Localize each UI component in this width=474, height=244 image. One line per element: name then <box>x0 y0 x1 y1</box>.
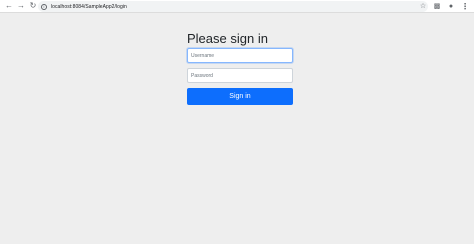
info-icon[interactable]: i <box>41 3 47 10</box>
password-input[interactable] <box>187 68 293 83</box>
username-input[interactable] <box>187 48 293 63</box>
back-arrow-icon[interactable]: ← <box>3 0 15 13</box>
kebab-menu-icon[interactable]: ⋮ <box>460 2 470 11</box>
star-icon[interactable]: ☆ <box>418 3 428 10</box>
forward-arrow-icon[interactable]: → <box>15 0 27 13</box>
url-text: localhost:8084/SampleApp2/login <box>51 3 127 10</box>
sign-in-button[interactable]: Sign in <box>187 88 293 105</box>
browser-actions: ☆ ▩ ● ⋮ <box>418 0 470 13</box>
address-bar[interactable]: i localhost:8084/SampleApp2/login <box>38 1 428 12</box>
page-title: Please sign in <box>187 31 268 46</box>
browser-toolbar: ← → ↻ i localhost:8084/SampleApp2/login … <box>0 0 474 13</box>
signin-form: Please sign in Sign in <box>187 32 293 105</box>
puzzle-icon[interactable]: ▩ <box>432 3 442 10</box>
profile-icon[interactable]: ● <box>446 3 456 10</box>
